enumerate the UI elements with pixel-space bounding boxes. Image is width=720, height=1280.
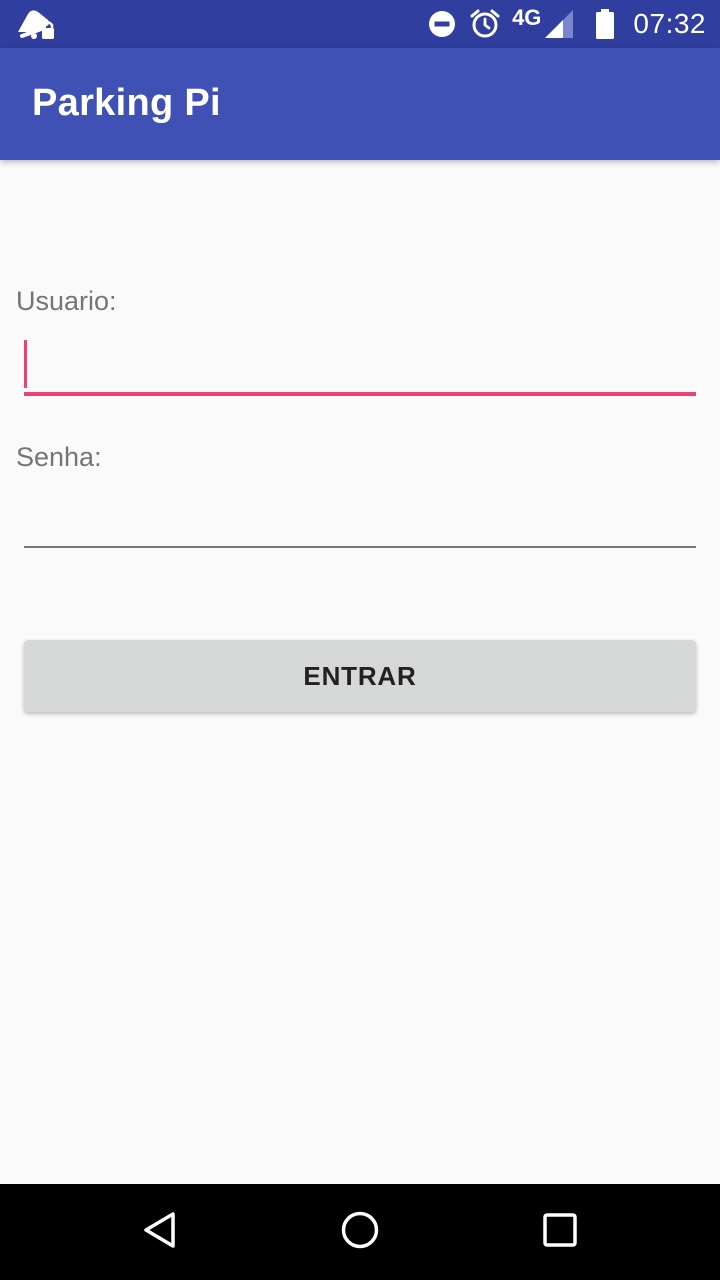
status-icons: 4G 07:32 [428, 0, 706, 48]
network-type: 4G [512, 5, 542, 30]
recents-icon [540, 1210, 580, 1255]
status-clock: 07:32 [633, 8, 706, 39]
text-cursor [24, 340, 27, 388]
recents-button[interactable] [520, 1202, 600, 1262]
senha-label: Senha: [16, 442, 102, 472]
back-icon [140, 1210, 180, 1255]
notification-sleep-lock-icon [14, 6, 58, 42]
status-bar: 4G 07:32 [0, 0, 720, 48]
signal-icon [543, 8, 575, 40]
usuario-input[interactable] [24, 338, 696, 396]
battery-icon [595, 8, 615, 40]
entrar-button[interactable]: ENTRAR [24, 640, 696, 712]
do-not-disturb-icon [428, 10, 456, 38]
back-button[interactable] [120, 1202, 200, 1262]
app-bar: Parking Pi [0, 48, 720, 160]
navigation-bar [0, 1184, 720, 1280]
usuario-label: Usuario: [16, 286, 117, 316]
alarm-icon [470, 9, 500, 39]
home-icon [339, 1209, 381, 1256]
home-button[interactable] [320, 1202, 400, 1262]
app-title: Parking Pi [32, 82, 221, 124]
senha-input[interactable] [24, 490, 696, 548]
